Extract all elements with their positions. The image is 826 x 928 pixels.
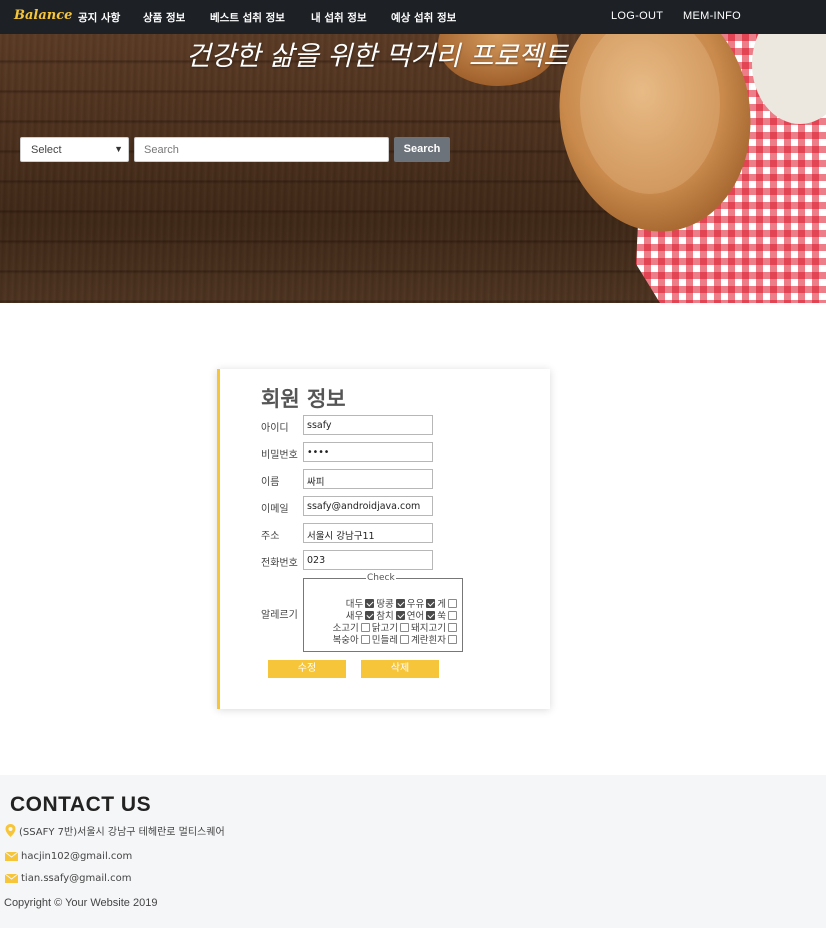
checkbox-tuna[interactable] (395, 610, 405, 620)
page-title: 회원 정보 (261, 387, 346, 411)
envelope-icon (5, 852, 18, 861)
checkbox-egg-white[interactable] (448, 634, 457, 644)
allergy-option[interactable]: 계란흰자 (411, 632, 457, 646)
checkbox-peach[interactable] (360, 634, 370, 644)
envelope-icon (5, 874, 18, 883)
checkbox-soybean[interactable] (365, 598, 375, 608)
nav-product-info[interactable]: 상품 정보 (143, 10, 185, 25)
id-label: 아이디 (261, 423, 289, 434)
checkbox-dandelion[interactable] (400, 634, 410, 644)
checkbox-shrimp[interactable] (365, 610, 375, 620)
nav-expected-intake[interactable]: 예상 섭취 정보 (391, 10, 456, 25)
password-label: 비밀번호 (261, 450, 298, 461)
nav-best-intake[interactable]: 베스트 섭취 정보 (210, 10, 285, 25)
map-pin-icon (5, 824, 16, 837)
hero-title: 건강한 삶을 위한 먹거리 프로젝트 (186, 41, 569, 72)
name-label: 이름 (261, 477, 280, 488)
phone-label: 전화번호 (261, 558, 298, 569)
email-2-text[interactable]: tian.ssafy@gmail.com (21, 873, 131, 884)
top-navbar: Balance 공지 사항 상품 정보 베스트 섭취 정보 내 섭취 정보 예상… (0, 0, 826, 34)
hero-banner: 건강한 삶을 위한 먹거리 프로젝트 Select ▼ Search Searc… (0, 34, 826, 303)
checkbox-mugwort[interactable] (448, 610, 457, 620)
address-text: (SSAFY 7반)서울시 강남구 테헤란로 멀티스퀘어 (19, 827, 225, 838)
allergy-legend: Check (366, 573, 396, 583)
allergy-row-4: 복숭아 민들레 계란흰자 (331, 632, 457, 646)
name-field[interactable]: 싸피 (303, 469, 433, 489)
allergy-option[interactable]: 민들레 (372, 632, 410, 646)
checkbox-pork[interactable] (448, 622, 457, 632)
checkbox-milk[interactable] (426, 598, 436, 608)
nav-notice[interactable]: 공지 사항 (78, 10, 120, 25)
email-field[interactable]: ssafy@androidjava.com (303, 496, 433, 516)
password-field[interactable]: •••• (303, 442, 433, 462)
search-button[interactable]: Search (394, 137, 450, 162)
checkbox-crab[interactable] (448, 598, 457, 608)
brand-logo[interactable]: Balance (14, 8, 72, 23)
member-info-link[interactable]: MEM-INFO (683, 10, 741, 22)
allergy-label: 알레르기 (261, 610, 298, 621)
id-field[interactable]: ssafy (303, 415, 433, 435)
category-select[interactable]: Select ▼ (20, 137, 129, 162)
email-label: 이메일 (261, 504, 289, 515)
address-label: 주소 (261, 531, 280, 542)
hero-background-image (438, 34, 826, 303)
checkbox-salmon[interactable] (426, 610, 436, 620)
address-field[interactable]: 서울시 강남구11 (303, 523, 433, 543)
copyright-text: Copyright © Your Website 2019 (4, 897, 158, 909)
logout-link[interactable]: LOG-OUT (611, 10, 663, 22)
checkbox-peanut[interactable] (395, 598, 405, 608)
checkbox-beef[interactable] (360, 622, 370, 632)
allergy-fieldset: Check 대두 땅콩 우유 게 새우 참치 연어 쑥 소고기 닭고기 돼지고기… (303, 573, 463, 652)
member-info-card: 회원 정보 아이디 ssafy 비밀번호 •••• 이름 싸피 이메일 ssaf… (217, 369, 550, 709)
nav-my-intake[interactable]: 내 섭취 정보 (311, 10, 367, 25)
category-select-value: Select (31, 144, 62, 156)
footer-address: (SSAFY 7반)서울시 강남구 테헤란로 멀티스퀘어 (5, 823, 225, 838)
delete-button[interactable]: 삭제 (361, 660, 439, 678)
phone-field[interactable]: 023 (303, 550, 433, 570)
checkbox-chicken[interactable] (400, 622, 410, 632)
edit-button[interactable]: 수정 (268, 660, 346, 678)
footer-email-1: hacjin102@gmail.com (5, 851, 132, 862)
footer: CONTACT US (SSAFY 7반)서울시 강남구 테헤란로 멀티스퀘어 … (0, 775, 826, 928)
footer-email-2: tian.ssafy@gmail.com (5, 873, 131, 884)
search-input[interactable]: Search (134, 137, 389, 162)
contact-title: CONTACT US (10, 793, 152, 816)
email-1-text[interactable]: hacjin102@gmail.com (21, 851, 132, 862)
chevron-down-icon: ▼ (114, 144, 123, 154)
allergy-option[interactable]: 복숭아 (333, 632, 370, 646)
